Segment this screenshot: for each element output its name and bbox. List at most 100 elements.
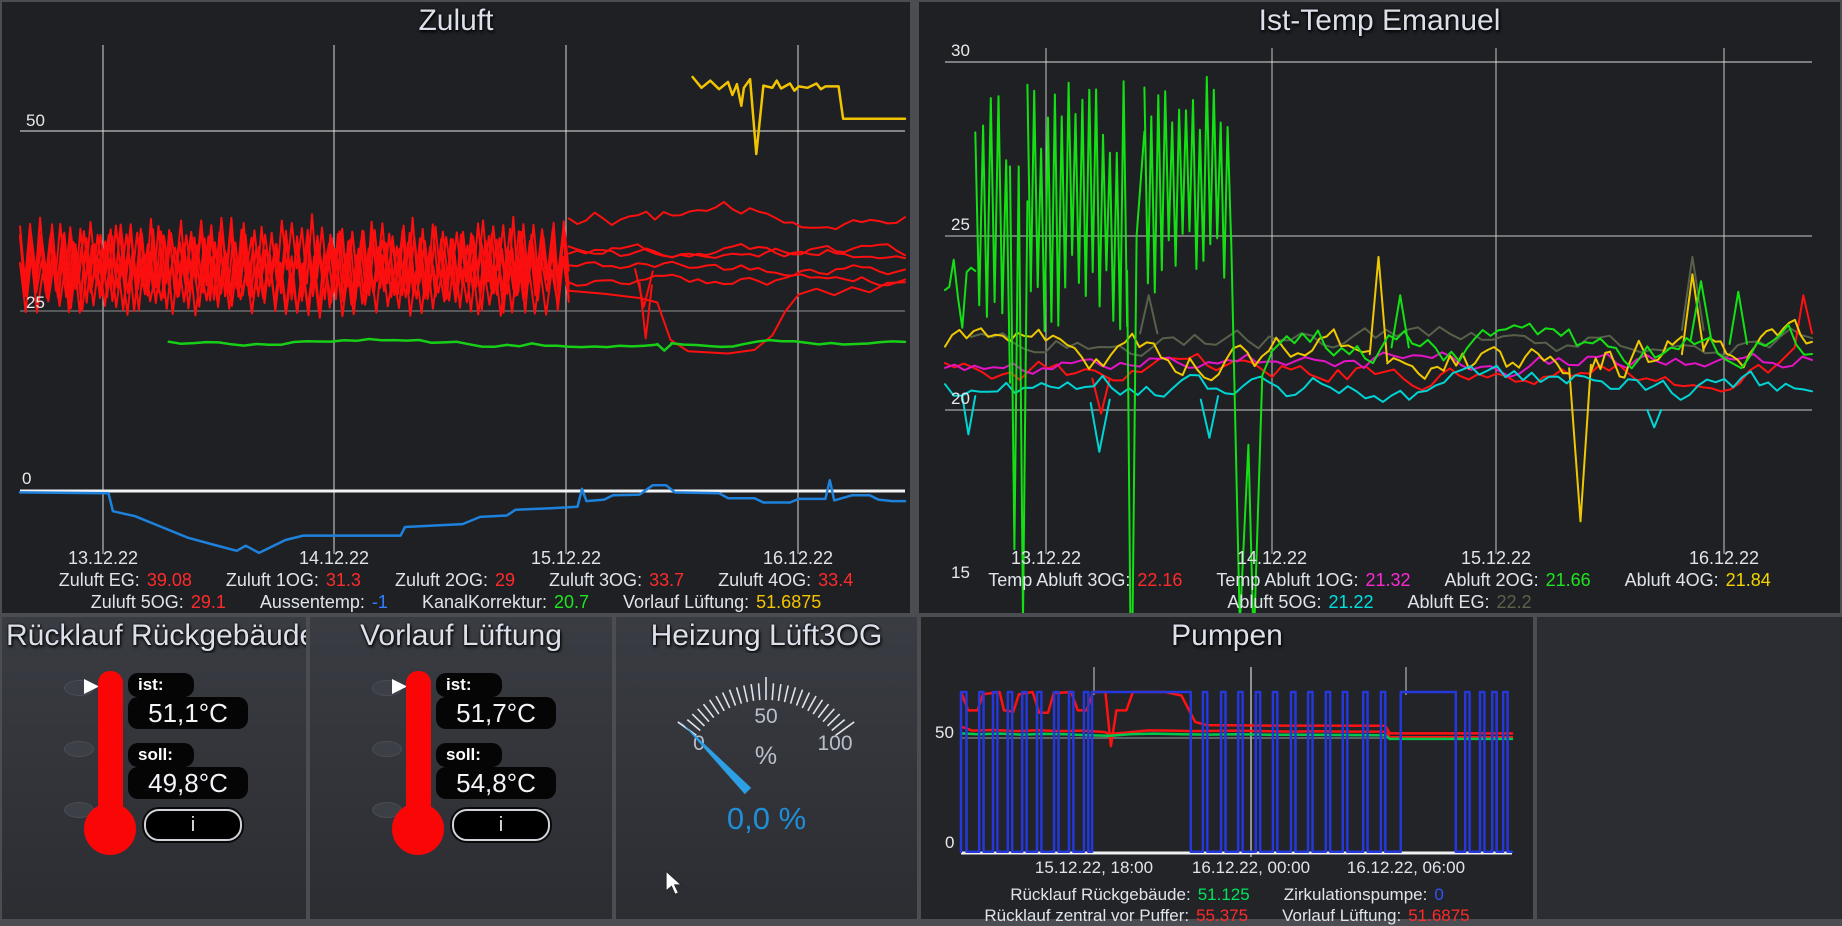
series-abluft-5og [1647,410,1661,427]
gauge-tick [710,700,719,714]
gauge-tick [703,704,713,718]
series-abluft-5og [1201,396,1218,438]
soll-label: soll: [436,743,502,767]
zuluft-legend: Zuluft EG:39.08Zuluft 1OG:31.3Zuluft 2OG… [2,569,910,613]
info-button[interactable]: i [452,809,550,841]
x-axis-label: 16.12.22 [1689,548,1759,568]
legend-label: Vorlauf Lüftung: [623,592,749,612]
legend-item: Abluft EG:22.2 [1408,591,1532,613]
legend-label: Zuluft EG: [59,570,140,590]
zuluft-chart-panel: 5025013.12.2214.12.2215.12.2216.12.22 Zu… [2,2,910,613]
gauge-tick [759,683,760,700]
pumpen-chart-panel: 50015.12.22, 18:0016.12.22, 00:0016.12.2… [921,617,1533,919]
series-zirkulationspumpe [961,692,1512,852]
series-kanalkorrektur [169,339,658,347]
ist-label: ist: [436,673,502,697]
vorlauf-panel: Vorlauf Lüftung ist: 51,7°C soll: 54,8°C… [310,617,612,919]
x-axis-label: 14.12.22 [299,548,369,568]
isttemp-legend: Temp Abluft 3OG:22.16Temp Abluft 1OG:21.… [919,569,1840,613]
gauge-tick [802,693,809,708]
pumpen-title: Pumpen [921,619,1533,653]
gauge-tick [687,720,700,731]
legend-item: Rücklauf zentral vor Puffer:55.375 [984,905,1248,926]
series-abluft-2og [1392,295,1409,347]
legend-value: 21.66 [1546,570,1591,590]
legend-label: Aussentemp: [260,592,365,612]
legend-value: 51.6875 [1408,906,1469,925]
thermo-handle-mid [372,741,402,757]
legend-label: Zuluft 5OG: [91,592,184,612]
legend-item: Aussentemp:-1 [260,591,388,613]
gauge-tick [808,696,816,711]
gauge-tick [737,687,742,703]
pumpen-chart: 50015.12.22, 18:0016.12.22, 00:0016.12.2… [921,617,1533,919]
heizung-gauge: 050100% [616,617,917,919]
legend-item: Zirkulationspumpe:0 [1284,884,1444,905]
gauge-tick [751,684,753,701]
thermo-handle-mid [64,741,94,757]
legend-row: Rücklauf Rückgebäude:51.125Zirkulationsp… [1010,884,1444,905]
y-axis-label: 25 [26,293,45,312]
gauge-needle [680,721,751,794]
gauge-tick [828,714,840,726]
gauge-tick [772,683,773,700]
gauge-tick [796,690,802,706]
legend-label: Zuluft 1OG: [226,570,319,590]
x-axis-label: 15.12.22 [531,548,601,568]
x-axis-label: 16.12.22, 00:00 [1192,858,1310,877]
legend-value: 51.6875 [756,592,821,612]
legend-value: 21.84 [1726,570,1771,590]
legend-value: 39.08 [147,570,192,590]
dashboard-page: { "page": {"bg": "#4b4d53"}, "ruecklauf"… [0,0,1842,919]
series-kanalkorrektur [657,344,671,351]
series-zuluft-4og [569,244,905,258]
legend-row: Zuluft 5OG:29.1Aussentemp:-1KanalKorrekt… [91,591,821,613]
gauge-scale-label: 50 [754,705,777,728]
soll-label: soll: [128,743,194,767]
y-axis-label: 0 [22,469,31,488]
gauge-scale-label: 100 [817,732,852,755]
gauge-tick [698,709,709,722]
series-abluft-2og [1027,81,1127,331]
series-abluft-eg [1140,295,1157,333]
x-axis-label: 15.12.22, 18:00 [1035,858,1153,877]
gauge-tick [744,685,748,702]
thermometer-bulb [392,803,444,855]
legend-item: Zuluft 3OG:33.7 [549,569,684,591]
series-vorlauf-l-ftung [961,727,1512,738]
legend-label: Rücklauf zentral vor Puffer: [984,906,1189,925]
gauge-value: 0,0 % [616,801,917,837]
gauge-tick [723,693,730,708]
y-axis-label: 50 [935,723,954,742]
series-abluft-2og [1730,292,1747,344]
legend-label: Zuluft 3OG: [549,570,642,590]
x-axis-label: 15.12.22 [1461,548,1531,568]
thermometer-bulb [84,803,136,855]
ruecklauf-panel: Rücklauf Rückgebäude ist: 51,1°C soll: 4… [2,617,306,919]
legend-value: 51.125 [1198,885,1250,904]
legend-value: 31.3 [326,570,361,590]
info-button[interactable]: i [144,809,242,841]
x-axis-label: 13.12.22 [1011,548,1081,568]
legend-item: Vorlauf Lüftung: 51.6875 [623,591,821,613]
series-abluft-2og [1144,77,1231,293]
series-abluft-eg [1682,257,1704,330]
legend-item: Temp Abluft 1OG: 21.32 [1216,569,1410,591]
series-abluft-2og [945,260,975,328]
vorlauf-title: Vorlauf Lüftung [310,619,612,653]
x-axis-label: 16.12.22 [763,548,833,568]
series-zuluft-eg [569,202,905,229]
legend-value: 21.32 [1365,570,1410,590]
legend-value: 29.1 [191,592,226,612]
legend-label: Temp Abluft 1OG: [1216,570,1358,590]
heizung-panel: Heizung Lüft3OG 050100% 0,0 % [616,617,917,919]
gauge-unit-label: % [755,742,777,770]
ist-value: 51,7°C [436,697,556,729]
isttemp-chart-panel: 3025201513.12.2214.12.2215.12.2216.12.22… [919,2,1840,613]
y-axis-label: 30 [951,41,970,60]
isttemp-chart: 3025201513.12.2214.12.2215.12.2216.12.22 [919,2,1840,613]
legend-item: Abluft 4OG:21.84 [1625,569,1771,591]
legend-row: Zuluft EG:39.08Zuluft 1OG:31.3Zuluft 2OG… [59,569,853,591]
series-vorlauf-l-ftung [693,77,905,154]
gauge-tick [813,700,822,714]
